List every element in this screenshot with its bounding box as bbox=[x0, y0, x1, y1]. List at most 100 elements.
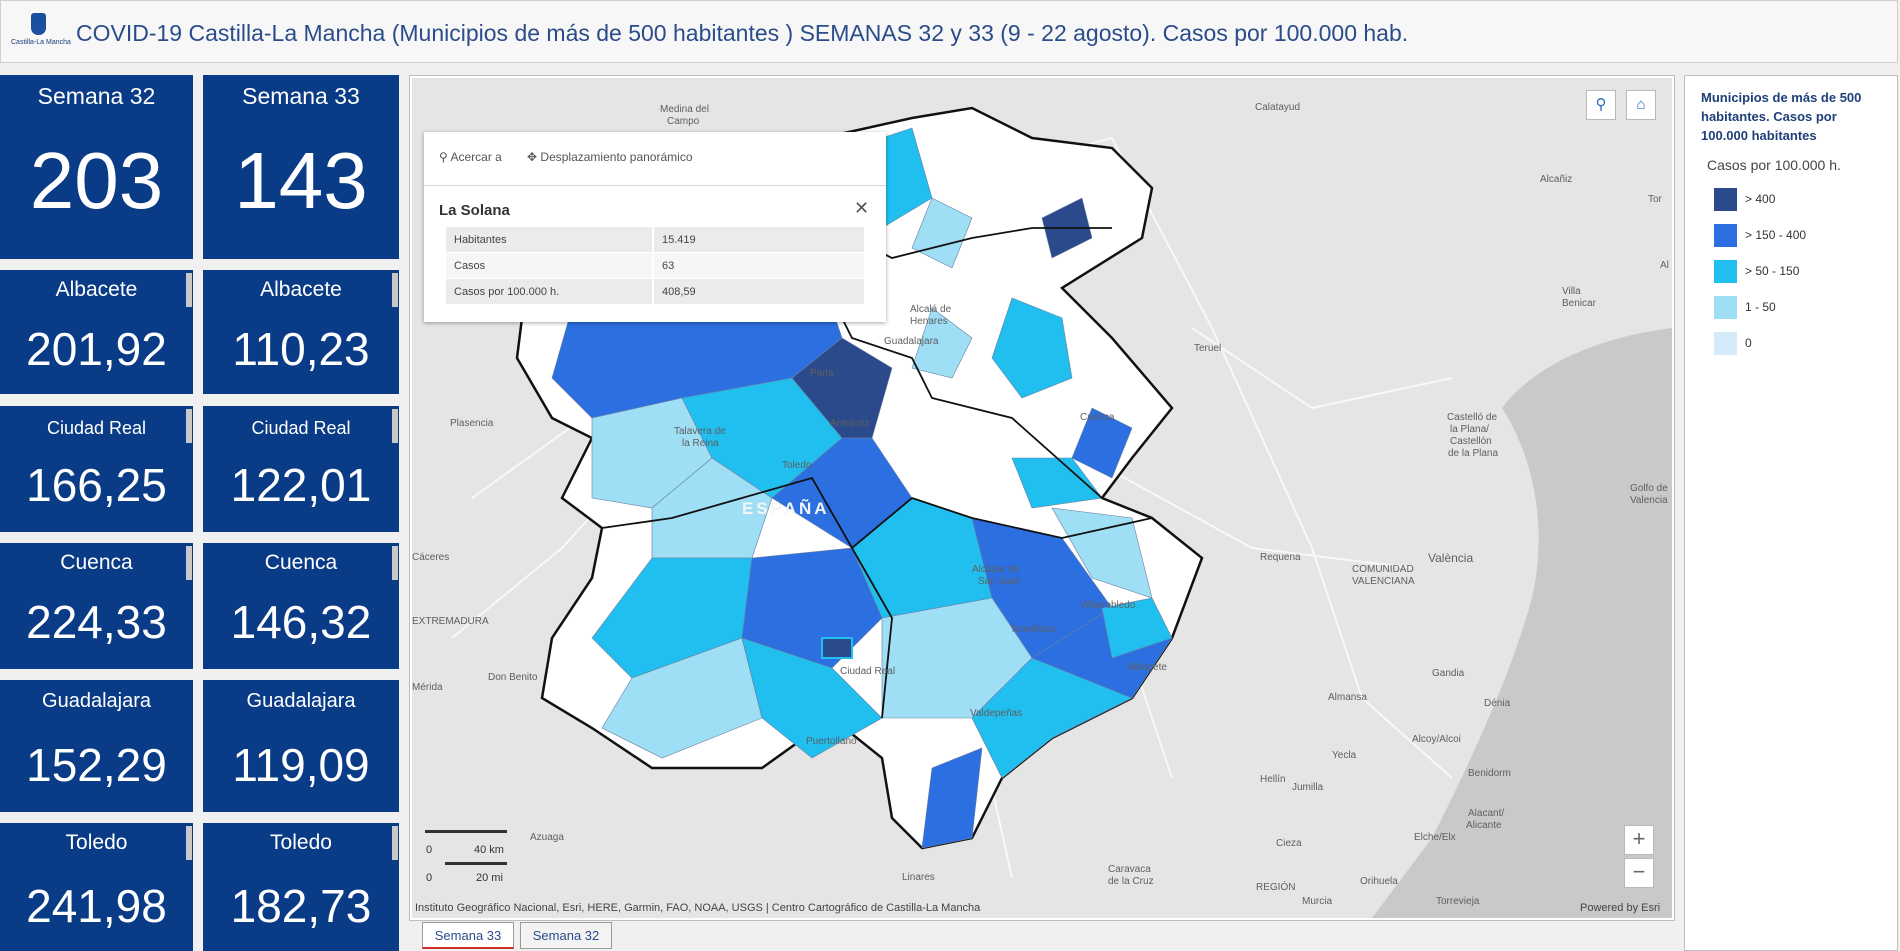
svg-text:Cieza: Cieza bbox=[1276, 838, 1302, 849]
popup-toolbar: ⚲ Acercar a ✥ Desplazamiento panorámico bbox=[424, 132, 886, 186]
attribute-key: Habitantes bbox=[446, 227, 654, 253]
svg-text:Tor: Tor bbox=[1648, 194, 1663, 205]
legend-swatch bbox=[1714, 260, 1737, 283]
indicator-value: 110,23 bbox=[232, 323, 370, 375]
svg-text:Hellín: Hellín bbox=[1260, 774, 1286, 785]
svg-text:Al: Al bbox=[1660, 260, 1669, 271]
svg-text:Castellón: Castellón bbox=[1450, 436, 1492, 447]
svg-text:Alcázar de: Alcázar de bbox=[972, 564, 1020, 575]
indicator-card-guadalajara-w33: Guadalajara 119,09 bbox=[203, 680, 399, 812]
svg-text:Benicar: Benicar bbox=[1562, 298, 1597, 309]
legend-item: > 400 bbox=[1714, 188, 1884, 212]
svg-text:Orihuela: Orihuela bbox=[1360, 876, 1398, 887]
zoom-to-action[interactable]: ⚲ Acercar a bbox=[439, 150, 502, 164]
svg-text:Albacete: Albacete bbox=[1128, 662, 1167, 673]
attribute-key: Casos por 100.000 h. bbox=[446, 278, 654, 305]
svg-text:Almansa: Almansa bbox=[1328, 692, 1367, 703]
indicator-value: 152,29 bbox=[26, 739, 167, 791]
scale-zero-mi: 0 bbox=[426, 872, 433, 884]
popup-title: La Solana bbox=[439, 202, 510, 219]
svg-text:Yecla: Yecla bbox=[1332, 750, 1357, 761]
indicator-label: Cuenca bbox=[264, 551, 338, 574]
svg-text:Talavera de: Talavera de bbox=[674, 426, 726, 437]
svg-text:Aranjuez: Aranjuez bbox=[830, 418, 869, 429]
svg-text:Alcañiz: Alcañiz bbox=[1540, 174, 1572, 185]
legend-swatch bbox=[1714, 188, 1737, 211]
svg-text:València: València bbox=[1428, 551, 1473, 565]
svg-text:Teruel: Teruel bbox=[1194, 343, 1221, 354]
svg-text:Toledo: Toledo bbox=[782, 460, 812, 471]
svg-text:la Reina: la Reina bbox=[682, 438, 719, 449]
indicator-card-week32-total: Semana 32 203 bbox=[0, 75, 193, 259]
svg-text:Golfo de: Golfo de bbox=[1630, 483, 1668, 494]
indicator-label: Semana 32 bbox=[37, 83, 156, 109]
svg-text:Puertollano: Puertollano bbox=[806, 736, 857, 747]
svg-text:Linares: Linares bbox=[902, 872, 935, 883]
svg-text:Caravaca: Caravaca bbox=[1108, 864, 1151, 875]
svg-text:Elche/Elx: Elche/Elx bbox=[1414, 832, 1456, 843]
zoom-in-button[interactable]: + bbox=[1624, 825, 1654, 855]
svg-text:Tomelloso: Tomelloso bbox=[1010, 624, 1055, 635]
indicator-card-ciudad-real-w32: Ciudad Real 166,25 bbox=[0, 406, 193, 532]
attribute-value: 63 bbox=[653, 252, 864, 279]
indicator-card-ciudad-real-w33: Ciudad Real 122,01 bbox=[203, 406, 399, 532]
indicator-value: 166,25 bbox=[26, 459, 167, 511]
indicator-label: Ciudad Real bbox=[251, 418, 351, 438]
indicator-value: 143 bbox=[234, 136, 368, 225]
svg-text:Valencia: Valencia bbox=[1630, 495, 1668, 506]
legend-label: > 150 - 400 bbox=[1745, 228, 1807, 242]
feature-popup: ⚲ Acercar a ✥ Desplazamiento panorámico … bbox=[424, 132, 886, 322]
table-row: Habitantes 15.419 bbox=[446, 227, 864, 253]
svg-text:Cuenca: Cuenca bbox=[1080, 412, 1115, 423]
search-icon: ⚲ bbox=[1595, 96, 1607, 113]
svg-text:Alcalá de: Alcalá de bbox=[910, 304, 952, 315]
attribute-value: 408,59 bbox=[653, 278, 864, 305]
indicator-card-cuenca-w33: Cuenca 146,32 bbox=[203, 543, 399, 669]
dashboard-title: COVID-19 Castilla-La Mancha (Municipios … bbox=[76, 20, 1409, 46]
legend-item: 1 - 50 bbox=[1714, 296, 1884, 320]
indicator-label: Ciudad Real bbox=[46, 418, 147, 438]
pan-action[interactable]: ✥ Desplazamiento panorámico bbox=[527, 150, 693, 164]
indicator-card-cuenca-w32: Cuenca 224,33 bbox=[0, 543, 193, 669]
home-button[interactable]: ⌂ bbox=[1626, 90, 1656, 120]
scale-bar-mi bbox=[445, 862, 507, 865]
indicator-label: Toledo bbox=[65, 831, 128, 854]
svg-text:Ciudad Real: Ciudad Real bbox=[840, 666, 895, 677]
scale-zero-km: 0 bbox=[426, 844, 433, 856]
header-bar: Castilla-La Mancha COVID-19 Castilla-La … bbox=[0, 0, 1898, 63]
indicator-label: Semana 33 bbox=[242, 83, 360, 109]
tab-semana-33[interactable]: Semana 33 bbox=[422, 922, 514, 949]
table-row: Casos 63 bbox=[446, 252, 864, 279]
castilla-la-mancha-logo: Castilla-La Mancha bbox=[11, 13, 71, 53]
indicator-card-toledo-w33: Toledo 182,73 bbox=[203, 823, 399, 951]
logo-text: Castilla-La Mancha bbox=[11, 39, 71, 46]
indicator-label: Guadalajara bbox=[246, 690, 356, 712]
legend-label: 0 bbox=[1745, 336, 1752, 350]
svg-text:Benidorm: Benidorm bbox=[1468, 768, 1511, 779]
tab-semana-32[interactable]: Semana 32 bbox=[520, 922, 612, 949]
map-attribution[interactable]: Instituto Geográfico Nacional, Esri, HER… bbox=[415, 902, 980, 914]
indicator-value: 119,09 bbox=[232, 739, 370, 791]
zoom-out-button[interactable]: − bbox=[1624, 858, 1654, 888]
svg-text:la Plana/: la Plana/ bbox=[1450, 424, 1489, 435]
close-icon[interactable]: ✕ bbox=[854, 198, 869, 219]
legend-subtitle: Casos por 100.000 h. bbox=[1707, 157, 1841, 173]
home-icon: ⌂ bbox=[1636, 96, 1646, 113]
svg-text:Don Benito: Don Benito bbox=[488, 672, 538, 683]
svg-text:Cáceres: Cáceres bbox=[412, 552, 449, 563]
svg-text:Gandia: Gandia bbox=[1432, 668, 1465, 679]
table-row: Casos por 100.000 h. 408,59 bbox=[446, 278, 864, 305]
svg-text:Mérida: Mérida bbox=[412, 682, 443, 693]
svg-text:Torrevieja: Torrevieja bbox=[1436, 896, 1480, 907]
legend-label: > 400 bbox=[1745, 192, 1776, 206]
svg-text:Alacant/: Alacant/ bbox=[1468, 808, 1504, 819]
legend-item: > 50 - 150 bbox=[1714, 260, 1884, 284]
svg-text:Alcoy/Alcoi: Alcoy/Alcoi bbox=[1412, 734, 1461, 745]
svg-text:Dénia: Dénia bbox=[1484, 698, 1511, 709]
powered-by-esri[interactable]: Powered by Esri bbox=[1580, 902, 1660, 914]
search-button[interactable]: ⚲ bbox=[1586, 90, 1616, 120]
svg-text:Castelló de: Castelló de bbox=[1447, 412, 1497, 423]
shield-icon bbox=[31, 13, 46, 35]
svg-text:Villa: Villa bbox=[1562, 286, 1581, 297]
svg-text:EXTREMADURA: EXTREMADURA bbox=[412, 616, 489, 627]
